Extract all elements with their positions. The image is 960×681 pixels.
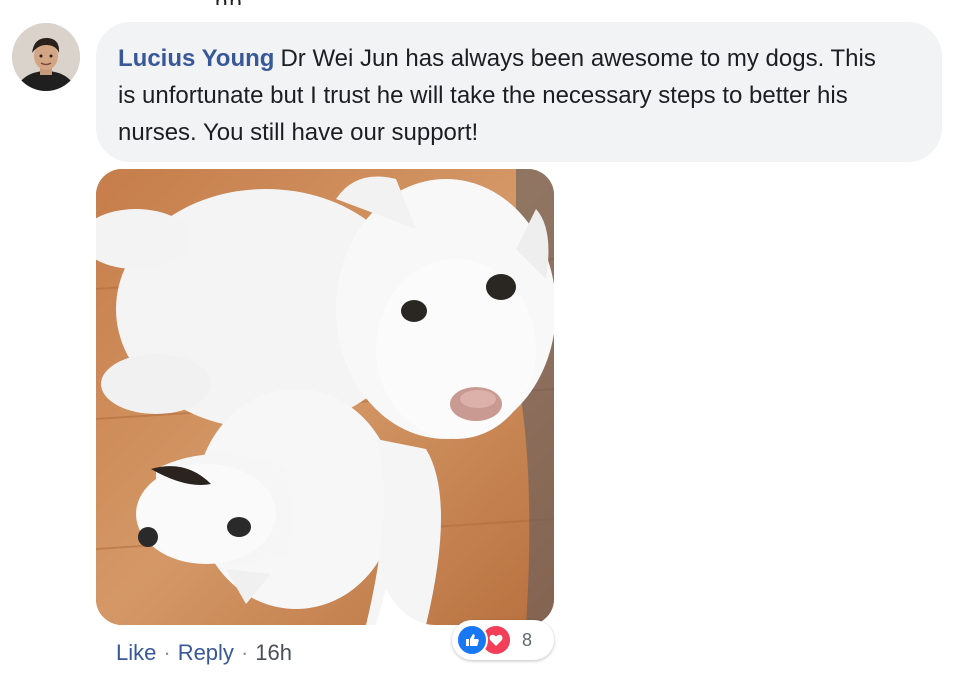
comment-timestamp[interactable]: 16h [255,640,292,666]
avatar-photo [12,23,80,91]
reactions-summary[interactable]: 8 [452,620,554,660]
dogs-image [96,169,554,625]
avatar[interactable] [12,23,80,91]
comment-author[interactable]: Lucius Young [118,45,274,72]
reply-button[interactable]: Reply [178,640,234,666]
action-separator: · [163,640,171,665]
previous-comment-fragment: pp [215,0,275,5]
like-button[interactable]: Like [116,640,156,666]
reaction-count: 8 [522,629,533,650]
comment-photo[interactable] [96,169,554,625]
comment-bubble: Lucius Young Dr Wei Jun has always been a… [96,22,942,162]
comment-actions: Like · Reply · 16h [116,640,292,666]
action-separator: · [240,640,249,665]
like-icon [456,624,488,656]
